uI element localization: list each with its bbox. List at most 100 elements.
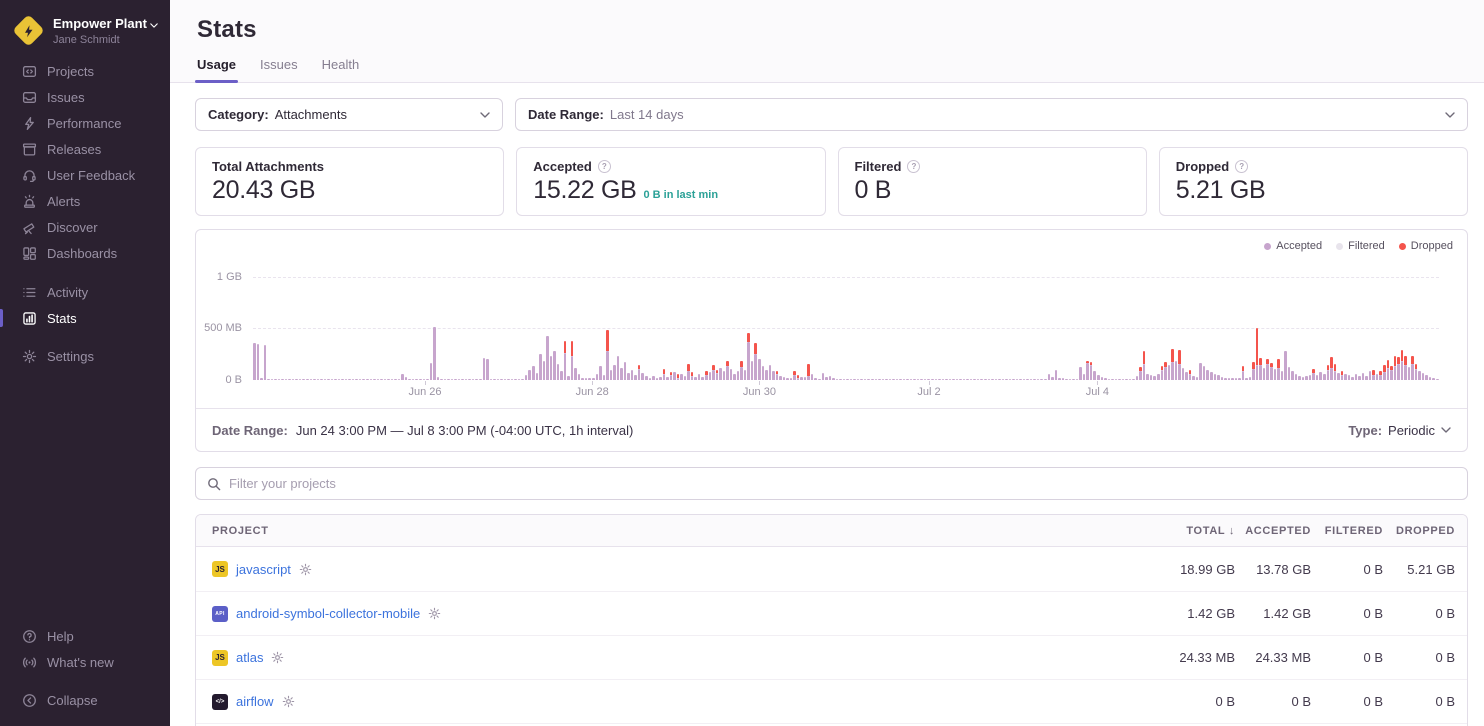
column-filtered[interactable]: FILTERED [1311, 525, 1383, 537]
column-project[interactable]: PROJECT [212, 525, 1095, 537]
project-filter-input[interactable] [229, 476, 1456, 491]
cell-dropped: 5.21 GB [1383, 562, 1455, 577]
sidebar-item-projects[interactable]: Projects [0, 58, 170, 84]
card-total-value: 20.43 GB [212, 176, 315, 205]
chart-footer: Date Range: Jun 24 3:00 PM — Jul 8 3:00 … [196, 408, 1467, 451]
cell-total: 1.42 GB [1095, 606, 1235, 621]
chart-bars [253, 277, 1439, 380]
tab-issues[interactable]: Issues [260, 57, 298, 82]
user-feedback-icon [21, 168, 37, 183]
tab-usage[interactable]: Usage [197, 57, 236, 82]
sidebar-item-label: Releases [47, 142, 101, 157]
table-row: JSjavascript18.99 GB13.78 GB0 B5.21 GB [196, 547, 1467, 591]
sidebar-item-what-s-new[interactable]: What's new [0, 649, 170, 675]
sidebar-item-label: What's new [47, 655, 114, 670]
chevron-down-icon [1441, 427, 1451, 433]
cell-dropped: 0 B [1383, 606, 1455, 621]
performance-icon [21, 116, 37, 131]
platform-code-icon: </> [212, 694, 228, 710]
sidebar-nav-tertiary: Settings [0, 343, 170, 369]
sidebar-item-label: Collapse [47, 693, 98, 708]
project-settings-icon[interactable] [282, 695, 295, 708]
cell-filtered: 0 B [1311, 650, 1383, 665]
sidebar-nav-secondary: Activity Stats [0, 279, 170, 331]
project-link[interactable]: javascript [236, 562, 291, 577]
project-settings-icon[interactable] [271, 651, 284, 664]
sidebar-item-performance[interactable]: Performance [0, 110, 170, 136]
category-select[interactable]: Category: Attachments [195, 98, 503, 131]
org-switcher[interactable]: Empower Plant Jane Schmidt [0, 0, 170, 46]
sidebar-item-label: Alerts [47, 194, 80, 209]
sidebar-item-label: User Feedback [47, 168, 135, 183]
sidebar-item-label: Performance [47, 116, 121, 131]
table-row: JSatlas24.33 MB24.33 MB0 B0 B [196, 635, 1467, 679]
column-total[interactable]: TOTAL ↓ [1095, 525, 1235, 537]
sidebar-item-label: Activity [47, 285, 88, 300]
x-axis: Jun 26Jun 28Jun 30Jul 2Jul 4 [253, 386, 1439, 402]
dashboards-icon [21, 246, 37, 261]
score-cards: Total Attachments 20.43 GB Accepted? 15.… [195, 147, 1468, 216]
help-icon[interactable]: ? [907, 160, 920, 173]
daterange-value: Last 14 days [610, 107, 684, 122]
legend-dropped[interactable]: Dropped [1399, 240, 1453, 252]
legend-accepted[interactable]: Accepted [1264, 240, 1322, 252]
daterange-label: Date Range: [528, 107, 604, 122]
project-settings-icon[interactable] [428, 607, 441, 620]
sidebar-nav-footer: Help What's new Collapse [0, 623, 170, 726]
daterange-select[interactable]: Date Range: Last 14 days [515, 98, 1468, 131]
sidebar-item-label: Discover [47, 220, 98, 235]
sidebar-item-dashboards[interactable]: Dashboards [0, 240, 170, 266]
project-link[interactable]: airflow [236, 694, 274, 709]
range-label: Date Range: [212, 423, 288, 438]
category-value: Attachments [275, 107, 347, 122]
main-area: Stats Usage Issues Health Category: Atta… [170, 0, 1484, 726]
x-axis-tick: Jul 4 [1086, 386, 1109, 398]
cell-accepted: 24.33 MB [1235, 650, 1311, 665]
app-window: Empower Plant Jane Schmidt Projects Issue… [0, 0, 1484, 726]
sidebar-item-discover[interactable]: Discover [0, 214, 170, 240]
cell-total: 24.33 MB [1095, 650, 1235, 665]
platform-js-icon: JS [212, 561, 228, 577]
platform-js-icon: JS [212, 650, 228, 666]
alerts-icon [21, 194, 37, 209]
x-axis-tick: Jun 26 [408, 386, 441, 398]
range-value: Jun 24 3:00 PM — Jul 8 3:00 PM (-04:00 U… [296, 423, 633, 438]
y-axis-tick: 500 MB [196, 322, 242, 334]
sidebar-item-alerts[interactable]: Alerts [0, 188, 170, 214]
type-select[interactable]: Type: Periodic [1348, 423, 1451, 438]
project-link[interactable]: android-symbol-collector-mobile [236, 606, 420, 621]
sidebar-item-activity[interactable]: Activity [0, 279, 170, 305]
column-dropped[interactable]: DROPPED [1383, 525, 1455, 537]
x-axis-tick-mark [425, 381, 426, 385]
sidebar-item-settings[interactable]: Settings [0, 343, 170, 369]
project-link[interactable]: atlas [236, 650, 263, 665]
y-axis-tick: 0 B [196, 374, 242, 386]
sidebar-nav-primary: Projects Issues Performance Releases User Fe… [0, 58, 170, 266]
settings-icon [21, 349, 37, 364]
projects-table: PROJECT TOTAL ↓ ACCEPTED FILTERED DROPPE… [195, 514, 1468, 726]
page-title: Stats [197, 16, 1468, 44]
search-icon [207, 477, 221, 491]
help-icon[interactable]: ? [598, 160, 611, 173]
sidebar-spacer [0, 369, 170, 623]
sidebar-item-user-feedback[interactable]: User Feedback [0, 162, 170, 188]
table-row: API android-symbol-collector-mobile 1.42 G… [196, 591, 1467, 635]
sidebar-item-help[interactable]: Help [0, 623, 170, 649]
sidebar-item-issues[interactable]: Issues [0, 84, 170, 110]
help-icon[interactable]: ? [1235, 160, 1248, 173]
column-accepted[interactable]: ACCEPTED [1235, 525, 1311, 537]
sidebar-item-label: Dashboards [47, 246, 117, 261]
project-settings-icon[interactable] [299, 563, 312, 576]
usage-chart-panel: Accepted Filtered Dropped 1 GB 500 MB 0 … [195, 229, 1468, 452]
sidebar-item-stats[interactable]: Stats [0, 305, 170, 331]
tab-health[interactable]: Health [322, 57, 360, 82]
sidebar-item-label: Projects [47, 64, 94, 79]
cell-accepted: 13.78 GB [1235, 562, 1311, 577]
projects-icon [21, 64, 37, 79]
legend-filtered[interactable]: Filtered [1336, 240, 1385, 252]
issues-icon [21, 90, 37, 105]
sidebar-item-collapse[interactable]: Collapse [0, 687, 170, 713]
x-axis-tick-mark [1097, 381, 1098, 385]
platform-android-icon: API [212, 606, 228, 622]
sidebar-item-releases[interactable]: Releases [0, 136, 170, 162]
